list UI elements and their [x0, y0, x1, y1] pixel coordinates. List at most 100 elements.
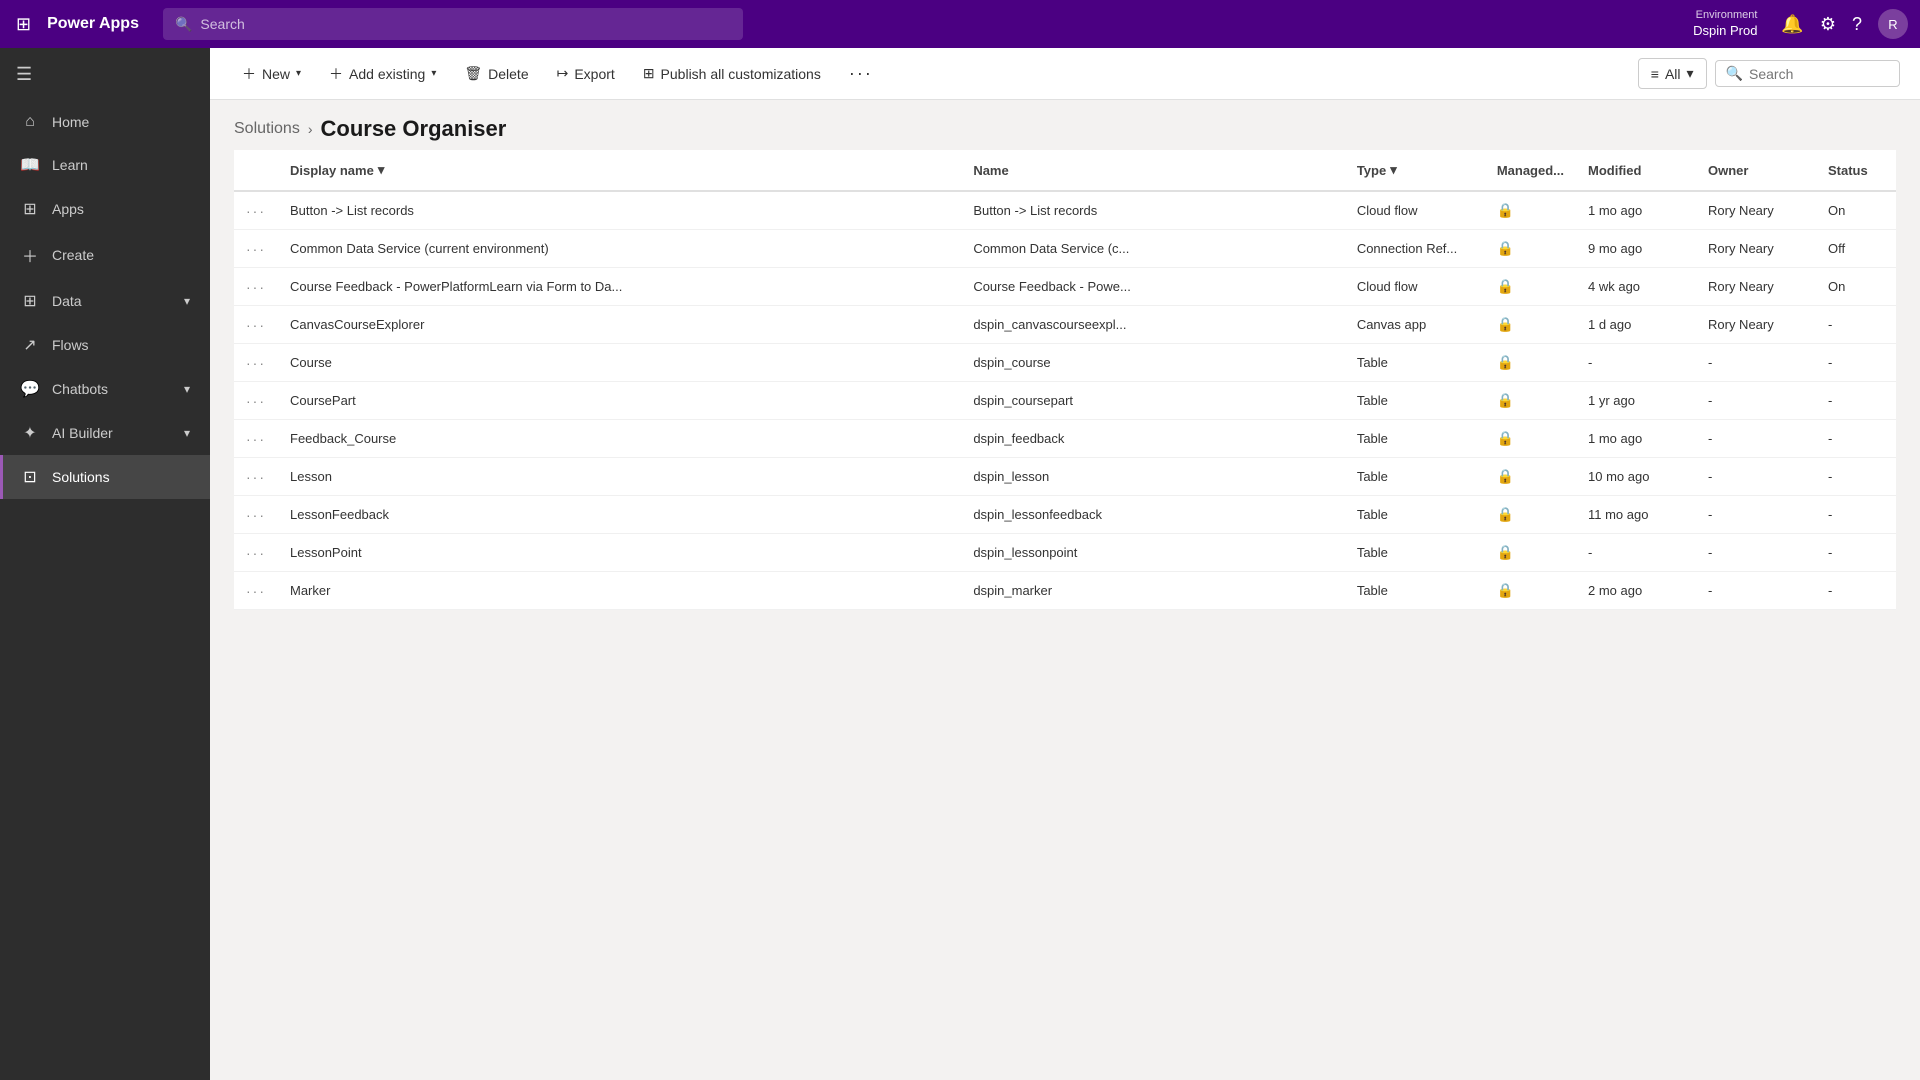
display-name-cell: CoursePart	[278, 382, 961, 420]
sidebar-item-data[interactable]: ⊞ Data ▾	[0, 279, 210, 323]
sidebar-item-apps[interactable]: ⊞ Apps	[0, 187, 210, 231]
owner-cell: -	[1696, 420, 1816, 458]
type-cell: Cloud flow	[1345, 268, 1485, 306]
row-menu-cell: ···	[234, 572, 278, 610]
owner-cell: -	[1696, 344, 1816, 382]
row-menu-cell: ···	[234, 306, 278, 344]
row-more-icon[interactable]: ···	[246, 203, 266, 219]
lock-icon: 🔒	[1497, 240, 1514, 256]
display-name-cell: Course	[278, 344, 961, 382]
row-menu-cell: ···	[234, 420, 278, 458]
sidebar-item-flows[interactable]: ↗ Flows	[0, 323, 210, 367]
avatar[interactable]: R	[1878, 9, 1908, 39]
table-search-input[interactable]	[1749, 66, 1889, 82]
global-search-input[interactable]	[200, 16, 731, 32]
name-cell: dspin_lesson	[961, 458, 1345, 496]
col-header-managed: Managed...	[1485, 150, 1576, 191]
delete-button[interactable]: 🗑 Delete	[452, 59, 540, 88]
add-existing-label: Add existing	[349, 66, 425, 82]
managed-cell: 🔒	[1485, 268, 1576, 306]
delete-icon: 🗑	[464, 65, 482, 82]
col-header-type[interactable]: Type ▾	[1345, 150, 1485, 191]
table-row: ··· CoursePart dspin_coursepart Table 🔒 …	[234, 382, 1896, 420]
row-more-icon[interactable]: ···	[246, 431, 266, 447]
home-icon: ⌂	[20, 113, 40, 131]
table-row: ··· Button -> List records Button -> Lis…	[234, 191, 1896, 230]
status-cell: -	[1816, 496, 1896, 534]
row-more-icon[interactable]: ···	[246, 393, 266, 409]
row-more-icon[interactable]: ···	[246, 279, 266, 295]
type-cell: Table	[1345, 382, 1485, 420]
name-cell: Course Feedback - Powe...	[961, 268, 1345, 306]
add-existing-button[interactable]: ＋ Add existing ▾	[317, 58, 448, 90]
name-cell: dspin_course	[961, 344, 1345, 382]
global-search-bar[interactable]: 🔍	[163, 8, 743, 40]
display-name-cell: Common Data Service (current environment…	[278, 230, 961, 268]
type-cell: Table	[1345, 420, 1485, 458]
help-icon[interactable]: ?	[1852, 14, 1862, 35]
table-header-row: Display name ▾ Name Type ▾	[234, 150, 1896, 191]
settings-icon[interactable]: ⚙	[1820, 14, 1836, 35]
sidebar-item-label: Solutions	[52, 469, 110, 485]
name-cell: dspin_coursepart	[961, 382, 1345, 420]
filter-button[interactable]: ≡ All ▾	[1638, 58, 1707, 89]
row-more-icon[interactable]: ···	[246, 241, 266, 257]
delete-label: Delete	[488, 66, 528, 82]
environment-label: Environment	[1693, 8, 1757, 22]
row-more-icon[interactable]: ···	[246, 469, 266, 485]
sidebar-item-label: Flows	[52, 337, 89, 353]
status-cell: -	[1816, 306, 1896, 344]
add-existing-icon: ＋	[329, 64, 343, 84]
sort-icon: ▾	[378, 162, 385, 178]
sidebar-item-home[interactable]: ⌂ Home	[0, 101, 210, 143]
name-cell: dspin_lessonpoint	[961, 534, 1345, 572]
app-title: Power Apps	[47, 15, 139, 33]
row-more-icon[interactable]: ···	[246, 355, 266, 371]
plus-icon: ＋	[242, 64, 256, 84]
sidebar-toggle[interactable]: ☰	[0, 48, 210, 101]
filter-icon: ≡	[1651, 66, 1659, 82]
lock-icon: 🔒	[1497, 278, 1514, 294]
row-more-icon[interactable]: ···	[246, 545, 266, 561]
status-cell: -	[1816, 420, 1896, 458]
publish-button[interactable]: ⊞ Publish all customizations	[631, 59, 833, 88]
type-cell: Table	[1345, 458, 1485, 496]
table-row: ··· Course Feedback - PowerPlatformLearn…	[234, 268, 1896, 306]
col-header-actions	[234, 150, 278, 191]
toolbar-search[interactable]: 🔍	[1715, 60, 1900, 87]
table-row: ··· LessonPoint dspin_lessonpoint Table …	[234, 534, 1896, 572]
export-icon: ↦	[557, 65, 569, 82]
new-button[interactable]: ＋ New ▾	[230, 58, 313, 90]
row-more-icon[interactable]: ···	[246, 317, 266, 333]
row-more-icon[interactable]: ···	[246, 583, 266, 599]
solutions-icon: ⊡	[20, 467, 40, 487]
breadcrumb-parent-link[interactable]: Solutions	[234, 120, 300, 138]
apps-icon: ⊞	[20, 199, 40, 219]
table-row: ··· Course dspin_course Table 🔒 - - -	[234, 344, 1896, 382]
modified-cell: -	[1576, 344, 1696, 382]
owner-cell: Rory Neary	[1696, 191, 1816, 230]
row-more-icon[interactable]: ···	[246, 507, 266, 523]
sidebar-item-chatbots[interactable]: 💬 Chatbots ▾	[0, 367, 210, 411]
managed-cell: 🔒	[1485, 458, 1576, 496]
nav-icons: 🔔 ⚙ ? R	[1781, 9, 1908, 39]
export-button[interactable]: ↦ Export	[545, 59, 627, 88]
sidebar-item-label: Home	[52, 114, 89, 130]
learn-icon: 📖	[20, 155, 40, 175]
sidebar-item-ai-builder[interactable]: ✦ AI Builder ▾	[0, 411, 210, 455]
sidebar-item-learn[interactable]: 📖 Learn	[0, 143, 210, 187]
more-button[interactable]: ···	[837, 57, 885, 90]
status-cell: -	[1816, 572, 1896, 610]
breadcrumb-separator: ›	[308, 121, 313, 137]
sidebar-item-label: Apps	[52, 201, 84, 217]
waffle-icon[interactable]: ⊞	[12, 10, 35, 39]
create-icon: ＋	[20, 243, 40, 267]
search-icon: 🔍	[1726, 65, 1743, 82]
sidebar-item-solutions[interactable]: ⊡ Solutions	[0, 455, 210, 499]
managed-cell: 🔒	[1485, 191, 1576, 230]
notification-icon[interactable]: 🔔	[1781, 14, 1803, 35]
col-header-display-name[interactable]: Display name ▾	[278, 150, 961, 191]
sidebar-item-create[interactable]: ＋ Create	[0, 231, 210, 279]
type-cell: Table	[1345, 572, 1485, 610]
modified-cell: -	[1576, 534, 1696, 572]
